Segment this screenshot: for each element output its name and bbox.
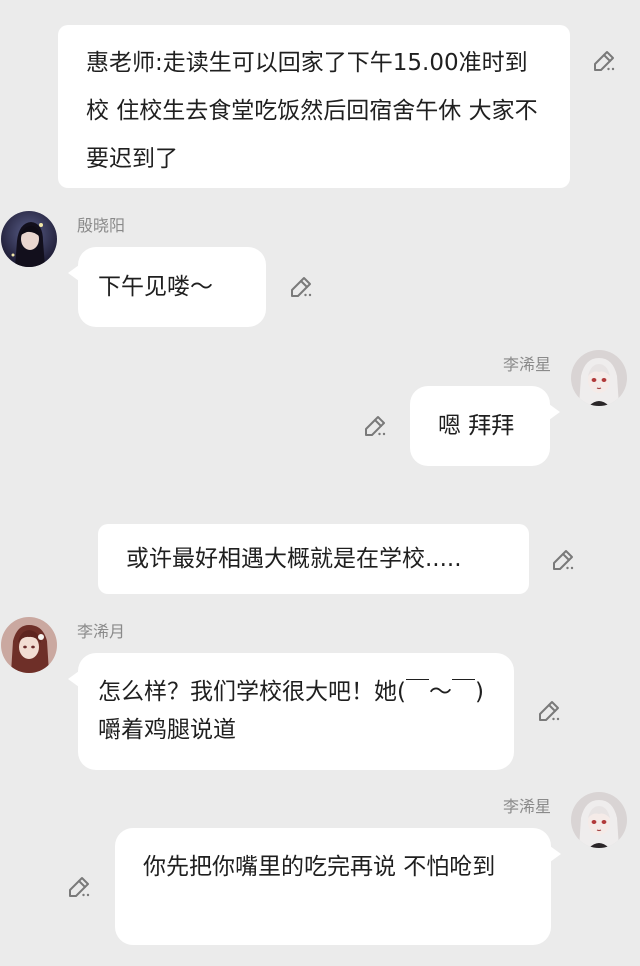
- sender-name: 李浠星: [502, 797, 551, 816]
- pencil-edit-icon[interactable]: [550, 547, 576, 573]
- message-text: 你先把你嘴里的吃完再说 不怕呛到: [143, 854, 496, 880]
- message-bubble[interactable]: 嗯 拜拜: [410, 386, 560, 466]
- narration-bubble[interactable]: 或许最好相遇大概就是在学校.....: [98, 524, 529, 594]
- message-text: 嗯 拜拜: [438, 413, 515, 439]
- message-text: 怎么样？我们学校很大吧！她(￣～￣)嚼着鸡腿说道: [98, 679, 484, 743]
- pencil-edit-icon[interactable]: [362, 413, 388, 439]
- avatar[interactable]: [571, 350, 627, 406]
- message-bubble[interactable]: 你先把你嘴里的吃完再说 不怕呛到: [115, 828, 561, 945]
- narration-text: 惠老师:走读生可以回家了下午15.00准时到校 住校生去食堂吃饭然后回宿舍午休 …: [86, 50, 538, 172]
- avatar[interactable]: [1, 211, 57, 267]
- sender-name: 李浠星: [502, 355, 551, 374]
- narration-bubble[interactable]: 惠老师:走读生可以回家了下午15.00准时到校 住校生去食堂吃饭然后回宿舍午休 …: [58, 25, 570, 188]
- sender-name: 殷晓阳: [77, 216, 126, 235]
- avatar[interactable]: [571, 792, 627, 848]
- narration-text: 或许最好相遇大概就是在学校.....: [126, 546, 462, 572]
- pencil-edit-icon[interactable]: [288, 274, 314, 300]
- message-text: 下午见喽～: [98, 274, 213, 300]
- pencil-edit-icon[interactable]: [591, 48, 617, 74]
- message-bubble[interactable]: 怎么样？我们学校很大吧！她(￣～￣)嚼着鸡腿说道: [68, 653, 514, 770]
- message-bubble[interactable]: 下午见喽～: [68, 247, 266, 327]
- pencil-edit-icon[interactable]: [66, 874, 92, 900]
- sender-name: 李浠月: [77, 622, 126, 641]
- pencil-edit-icon[interactable]: [536, 698, 562, 724]
- chat-screen: 惠老师:走读生可以回家了下午15.00准时到校 住校生去食堂吃饭然后回宿舍午休 …: [0, 0, 640, 966]
- avatar[interactable]: [1, 617, 57, 673]
